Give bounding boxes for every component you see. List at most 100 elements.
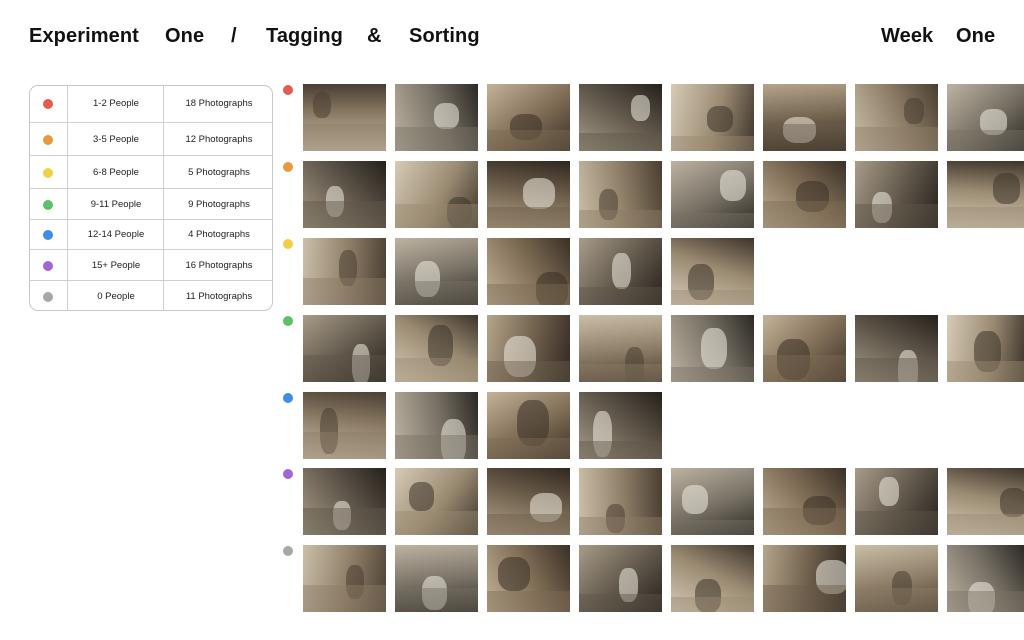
row-color-dot [283,239,293,249]
photo-thumbnail[interactable] [395,315,478,382]
legend-photo-count: 5 Photographs [188,166,250,178]
photo-thumbnail[interactable] [579,238,662,305]
photo-thumbnail[interactable] [671,468,754,535]
week-number: One [956,25,996,47]
week-word: Week [881,25,934,47]
title-separator: / [231,25,237,47]
photo-thumbnail[interactable] [671,161,754,228]
photo-figure-shape [904,98,924,124]
photo-ground-shape [855,511,938,535]
photo-thumbnail[interactable] [671,315,754,382]
legend-group-label: 0 People [97,291,135,302]
legend-group-label: 9-11 People [90,198,142,210]
legend-group-label: 12-14 People [87,229,145,240]
photo-thumbnail[interactable] [487,468,570,535]
photo-thumbnail[interactable] [579,315,662,382]
photo-ground-shape [947,514,1024,535]
photo-thumbnail[interactable] [395,238,478,305]
title-ampersand: & [367,25,382,47]
title-word: Sorting [409,25,480,47]
photo-thumbnail[interactable] [947,468,1024,535]
photo-ground-shape [947,361,1024,382]
photo-ground-shape [579,517,662,535]
photo-ground-shape [671,136,754,151]
legend-photo-count: 16 Photographs [185,259,253,271]
legend-row: 1-2 People 18 Photographs [30,86,272,122]
photo-ground-shape [947,207,1024,228]
photo-ground-shape [855,588,938,612]
photo-ground-shape [763,201,846,228]
photo-figure-shape [701,328,727,369]
photo-thumbnail[interactable] [579,392,662,459]
photo-thumbnail[interactable] [947,545,1024,612]
photo-ground-shape [671,290,754,305]
photo-figure-shape [993,173,1020,204]
photo-thumbnail[interactable] [671,545,754,612]
photo-ground-shape [579,210,662,228]
photo-figure-shape [631,95,650,121]
legend-row: 6-8 People 5 Photographs [30,155,272,188]
photo-thumbnail[interactable] [947,161,1024,228]
photo-thumbnail[interactable] [579,84,662,151]
title-word: One [165,25,205,47]
photo-thumbnail[interactable] [303,545,386,612]
photo-ground-shape [947,130,1024,151]
photo-thumbnail[interactable] [395,392,478,459]
legend-color-dot [43,99,53,109]
photo-thumbnail[interactable] [303,392,386,459]
photo-ground-shape [395,204,478,228]
photo-thumbnail[interactable] [395,84,478,151]
photo-thumbnail[interactable] [671,84,754,151]
photo-ground-shape [763,585,846,612]
photo-ground-shape [487,591,570,612]
photo-thumbnail[interactable] [303,84,386,151]
photo-ground-shape [487,130,570,151]
photo-thumbnail[interactable] [763,161,846,228]
photo-thumbnail[interactable] [487,238,570,305]
photo-thumbnail[interactable] [303,468,386,535]
photo-thumbnail[interactable] [855,161,938,228]
photo-ground-shape [763,355,846,382]
photo-ground-shape [303,201,386,228]
photo-thumbnail[interactable] [303,161,386,228]
legend-photo-count: 4 Photographs [188,229,250,240]
photo-thumbnail[interactable] [487,84,570,151]
photo-thumbnail[interactable] [579,161,662,228]
photo-thumbnail[interactable] [487,161,570,228]
legend-photo-count: 12 Photographs [185,133,253,145]
photo-thumbnail[interactable] [855,468,938,535]
photo-thumbnail[interactable] [303,315,386,382]
photo-thumbnail[interactable] [947,84,1024,151]
photo-figure-shape [707,106,733,132]
legend-photo-count: 18 Photographs [185,98,253,109]
photo-thumbnail[interactable] [763,545,846,612]
photo-thumbnail[interactable] [395,545,478,612]
photo-ground-shape [395,588,478,612]
photo-thumbnail[interactable] [487,545,570,612]
photo-figure-shape [498,557,530,591]
legend-row: 3-5 People 12 Photographs [30,122,272,155]
photo-thumbnail[interactable] [303,238,386,305]
photo-thumbnail[interactable] [763,84,846,151]
photo-thumbnail[interactable] [579,545,662,612]
row-color-dot [283,393,293,403]
photo-figure-shape [720,170,746,201]
photo-thumbnail[interactable] [487,392,570,459]
legend-group-label: 3-5 People [93,133,139,145]
photo-ground-shape [579,133,662,151]
photo-ground-shape [671,520,754,535]
legend-color-dot [43,134,53,145]
photo-ground-shape [579,287,662,305]
photo-thumbnail[interactable] [671,238,754,305]
photo-thumbnail[interactable] [487,315,570,382]
legend-row: 0 People 11 Photographs [30,280,272,310]
photo-thumbnail[interactable] [763,315,846,382]
photo-thumbnail[interactable] [947,315,1024,382]
photo-thumbnail[interactable] [395,468,478,535]
photo-thumbnail[interactable] [763,468,846,535]
photo-thumbnail[interactable] [855,315,938,382]
photo-thumbnail[interactable] [855,545,938,612]
photo-thumbnail[interactable] [579,468,662,535]
photo-thumbnail[interactable] [855,84,938,151]
photo-thumbnail[interactable] [395,161,478,228]
